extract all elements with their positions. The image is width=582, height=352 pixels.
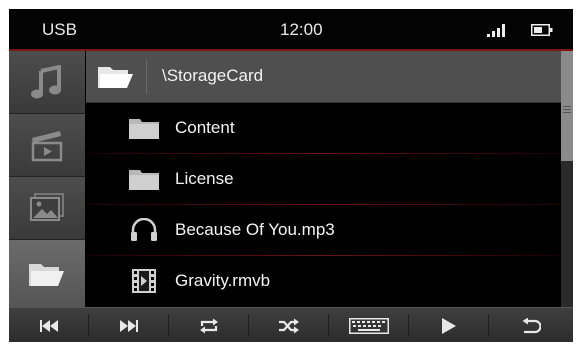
parent-folder-button[interactable] (86, 51, 146, 102)
folder-icon (129, 115, 159, 141)
signal-strength-icon (487, 24, 505, 37)
play-icon (442, 317, 456, 334)
playback-toolbar (9, 307, 573, 342)
battery-icon (531, 24, 553, 36)
keyboard-icon (349, 317, 389, 334)
play-button[interactable] (409, 308, 489, 342)
picture-icon (30, 193, 64, 221)
photo-tab[interactable] (9, 177, 85, 240)
back-button[interactable] (489, 308, 573, 342)
file-name: License (175, 169, 234, 188)
shuffle-button[interactable] (249, 308, 329, 342)
skip-next-icon (120, 319, 138, 332)
video-clapper-icon (31, 131, 63, 162)
file-name: Because Of You.mp3 (175, 220, 335, 239)
list-item[interactable]: Gravity.rmvb (86, 256, 561, 307)
source-label: USB (42, 20, 77, 39)
list-item[interactable]: Because Of You.mp3 (86, 205, 561, 256)
folder-icon (129, 166, 159, 192)
folder-tab[interactable] (9, 240, 85, 307)
previous-button[interactable] (9, 308, 89, 342)
next-button[interactable] (89, 308, 169, 342)
headphones-icon (129, 217, 159, 243)
keyboard-button[interactable] (329, 308, 409, 342)
clock: 12:00 (280, 20, 323, 39)
folder-icon (29, 263, 64, 286)
file-name: Gravity.rmvb (175, 271, 271, 290)
list-item[interactable]: Content (86, 103, 561, 154)
return-icon (522, 317, 541, 333)
repeat-button[interactable] (169, 308, 249, 342)
repeat-icon (200, 318, 218, 333)
scrollbar[interactable] (561, 51, 573, 307)
film-icon (129, 268, 159, 294)
music-note-icon (31, 65, 61, 99)
file-list: Content License Because Of You.mp3 Gravi… (86, 103, 561, 307)
media-type-sidebar (9, 51, 85, 307)
status-bar: USB 12:00 (9, 9, 573, 51)
current-path: \StorageCard (162, 66, 264, 85)
scrollbar-thumb[interactable] (561, 51, 573, 161)
shuffle-icon (279, 318, 299, 333)
music-tab[interactable] (9, 51, 85, 114)
divider (146, 59, 147, 94)
car-media-screen: USB 12:00 \StorageCard Content License B… (9, 9, 573, 342)
path-bar: \StorageCard (86, 51, 561, 103)
video-tab[interactable] (9, 114, 85, 177)
file-name: Content (175, 118, 235, 137)
open-folder-icon (98, 66, 133, 88)
skip-previous-icon (40, 319, 58, 332)
list-item[interactable]: License (86, 154, 561, 205)
